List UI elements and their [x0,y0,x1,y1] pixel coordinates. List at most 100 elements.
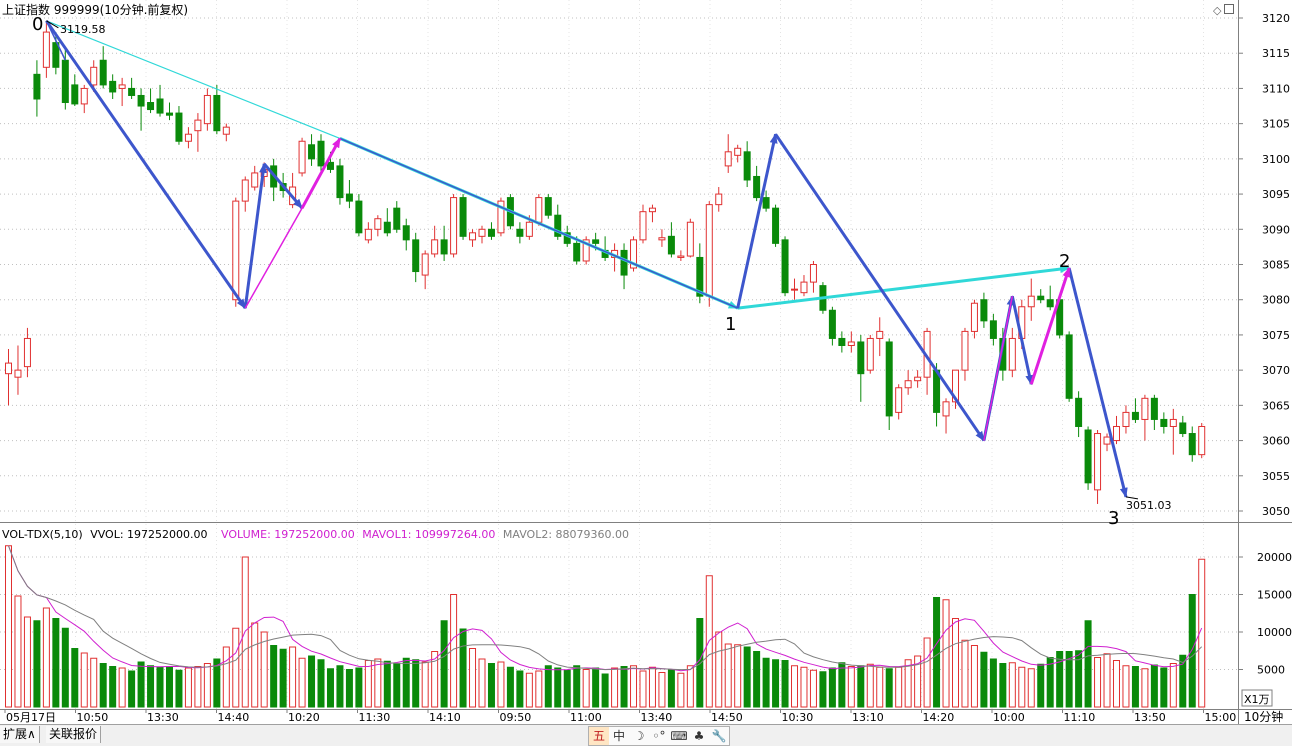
expand-tab[interactable]: 扩展∧ [0,726,40,743]
period-label[interactable]: 10分钟 [1244,709,1283,724]
volume-bar [33,620,41,708]
chart-title: 上证指数 999999(10分钟.前复权) [2,2,188,17]
candle-body-down [1188,433,1196,456]
volume-bar [895,666,903,708]
candle-body-up [1112,425,1120,442]
candle-body-down [393,207,401,230]
candle [544,194,552,219]
candle [298,137,306,177]
price-tick-label: 3075 [1262,329,1290,342]
volume-bar [838,662,846,708]
volume-bar [952,618,959,708]
volume-bar [1122,665,1130,708]
time-tick-label: 11:00 [570,711,602,724]
candle-body-down [137,94,145,107]
candle-body-down [1046,299,1054,308]
volume-bar [1084,620,1092,708]
mavol1-value: MAVOL1: 109997264.00 [362,528,495,541]
candle-body-up [42,31,50,68]
candle-body-up [203,94,211,125]
wave-label-1: 1 [725,314,736,335]
zhong-icon[interactable]: 中 [609,727,629,745]
time-tick-label: 13:50 [1134,711,1166,724]
volume-bar [809,669,817,708]
time-tick-label: 11:10 [1064,711,1096,724]
volume-bar [1188,594,1196,708]
volume-bar [942,599,950,708]
wrench-icon[interactable]: 🔧 [709,727,729,745]
volume-bar [696,618,704,708]
candle-body-down [175,112,183,142]
candle-body-down [1075,397,1083,427]
keyboard-icon[interactable]: ⌨ [669,727,689,745]
volume-bar [440,620,448,708]
five-icon[interactable]: 五 [589,727,609,745]
candle-body-down [772,207,780,244]
candle-body-up [1094,433,1102,491]
time-tick-label: 10:20 [288,711,320,724]
candle-body-up [724,151,732,167]
candle-body-down [762,197,770,209]
candle-body-down [487,228,495,237]
volume-bar [734,644,742,708]
degree-icon[interactable]: ◦° [649,727,669,745]
volume-bar [1160,667,1168,708]
time-tick-label: 14:40 [218,711,250,724]
diamond-icon[interactable]: ◇ [1213,4,1222,17]
moon-icon[interactable]: ☽ [629,727,649,745]
candle-body-down [989,320,997,339]
volume-bar [336,665,344,708]
candle-body-up [5,362,12,375]
volume-bar [620,666,628,708]
candle-body-down [1084,429,1092,484]
candle-body-down [128,87,136,96]
candle-body-up [809,264,817,283]
volume-bar [128,670,136,708]
volume-bar [847,666,855,708]
volume-bar [308,655,316,708]
club-icon[interactable]: ♣ [689,727,709,745]
candle-body-up [1141,397,1149,420]
volume-bar [791,665,799,708]
candle-body-down [412,239,420,273]
volume-bar [630,665,638,708]
volume-bar [251,622,259,708]
candle-body-up [961,330,969,371]
wave-label-3: 3 [1108,508,1119,529]
volume-bar [52,618,60,708]
candle-body-up [942,401,950,417]
related-quotes-tab[interactable]: 关联报价 [46,726,102,743]
volume-bar [1103,653,1111,708]
volume-bar [260,631,268,708]
volume-bar [1027,668,1035,708]
chart-canvas: 3120311531103105310030953090308530803075… [0,0,1292,724]
candle-body-down [308,144,316,160]
volume-bar [175,669,183,708]
volume-tick-label: 10000 [1257,626,1292,639]
toolbar: 五 中 ☽ ◦° ⌨ ♣ 🔧 [588,726,730,746]
price-tick-label: 3105 [1262,118,1290,131]
candle-body-up [241,179,249,202]
volume-tick-label: 5000 [1257,664,1285,677]
candle [1065,331,1073,402]
candle [336,158,344,205]
bottom-bar: 扩展∧ 关联报价 五 中 ☽ ◦° ⌨ ♣ 🔧 [0,724,1292,746]
volume-bar [99,663,107,708]
candle-body-up [705,204,713,297]
volume-unit-label: X1万 [1244,693,1270,706]
volume-bar [61,627,69,708]
candle [772,204,780,247]
volume-indicator-name: VOL-TDX(5,10) [2,528,83,541]
volume-bar [298,657,306,708]
candle-body-up [1198,425,1206,456]
candle-body-down [573,242,581,262]
volume-bar [469,648,477,708]
volume-bar [762,657,770,708]
candle-body-up [904,380,912,389]
volume-bar [14,595,22,708]
time-tick-label: 15:00 [1205,711,1237,724]
volume-tick-label: 20000 [1257,551,1292,564]
volume-bar [23,616,31,708]
time-tick-label: 10:30 [782,711,814,724]
volume-bar [980,651,988,708]
